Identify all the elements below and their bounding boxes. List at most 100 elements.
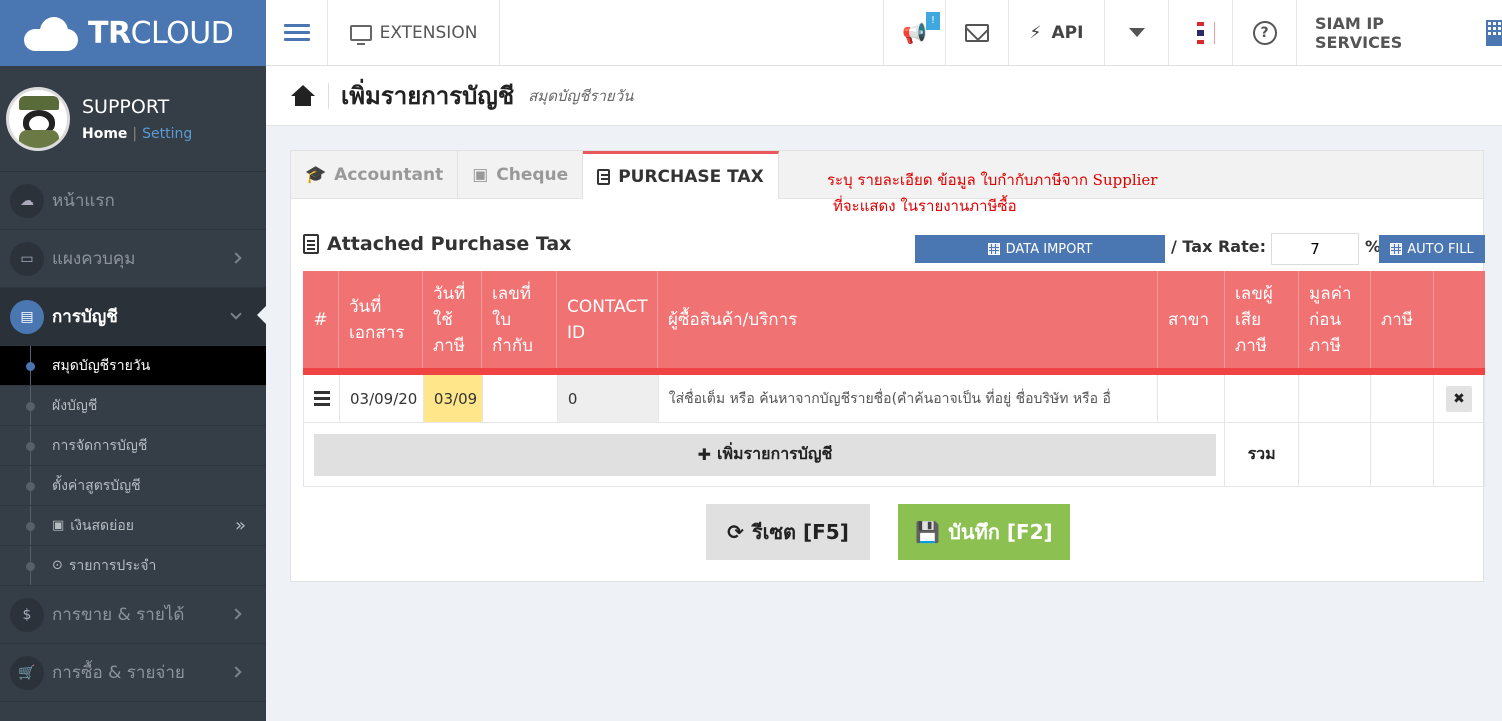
sidebar-subitem-journal[interactable]: สมุดบัญชีรายวัน xyxy=(0,346,266,386)
company-switcher[interactable]: SIAM IP SERVICES xyxy=(1296,0,1502,65)
col-header-amount: มูลค่า ก่อน ภาษี xyxy=(1299,271,1371,368)
drag-handle-icon[interactable] xyxy=(304,375,340,422)
col-header-index: # xyxy=(303,271,339,368)
chevron-down-icon xyxy=(230,308,242,320)
delete-row-cell: ✖ xyxy=(1434,375,1485,422)
avatar[interactable] xyxy=(6,86,70,151)
document-icon xyxy=(303,234,319,254)
sum-tax xyxy=(1371,423,1435,486)
building-icon xyxy=(1486,19,1502,46)
branch-input[interactable] xyxy=(1158,375,1226,422)
contact-id-field: 0 xyxy=(557,375,659,422)
col-header-tax: ภาษี xyxy=(1371,271,1434,368)
graduation-cap-icon: 🎓 xyxy=(305,164,327,185)
chevron-right-icon xyxy=(230,666,242,678)
tax-rate-input[interactable] xyxy=(1271,233,1359,265)
auto-fill-button[interactable]: AUTO FILL xyxy=(1379,235,1485,263)
col-header-doc-date: วันที่ เอกสาร xyxy=(339,271,423,368)
tax-input[interactable] xyxy=(1371,375,1435,422)
tab-label: PURCHASE TAX xyxy=(618,166,764,187)
sidebar-item-sales[interactable]: $ การขาย & รายได้ xyxy=(0,586,266,644)
menu-toggle-button[interactable] xyxy=(266,0,328,65)
language-button[interactable] xyxy=(1168,0,1232,65)
plus-icon: ✚ xyxy=(697,445,711,464)
cloud-logo-icon xyxy=(22,13,82,53)
id-card-icon: ▣ xyxy=(52,518,65,533)
sidebar-item-label: การซื้อ & รายจ่าย xyxy=(52,663,185,683)
home-link[interactable]: Home xyxy=(82,126,127,142)
sidebar-item-dashboard[interactable]: ▭ แผงควบคุม xyxy=(0,230,266,288)
section-title-text: Attached Purchase Tax xyxy=(327,233,572,255)
sidebar-subitem-label: สมุดบัญชีรายวัน xyxy=(52,357,151,374)
page-header: เพิ่มรายการบัญชี สมุดบัญชีรายวัน xyxy=(266,66,1502,126)
bullet-icon xyxy=(26,362,35,371)
floppy-disk-icon: 💾 xyxy=(915,520,941,544)
sidebar-subitem-label: ตั้งค่าสูตรบัญชี xyxy=(52,477,141,494)
brand-logo[interactable]: TRCLOUD xyxy=(0,0,266,66)
sidebar-item-label: หน้าแรก xyxy=(52,191,115,211)
megaphone-icon: 📢 xyxy=(902,20,927,45)
bullet-icon xyxy=(26,402,35,411)
sidebar-item-home[interactable]: ☁ หน้าแรก xyxy=(0,172,266,230)
refresh-icon: ⟳ xyxy=(727,520,744,544)
purchase-tax-panel: 🎓 Accountant ▣ Cheque PURCHASE TAX ระบุ … xyxy=(290,150,1485,582)
amount-input[interactable] xyxy=(1299,375,1372,422)
tax-date-input[interactable]: 03/09 xyxy=(423,375,483,422)
api-button[interactable]: ⚡ API xyxy=(1008,0,1104,65)
bullet-icon xyxy=(26,442,35,451)
notification-badge: ! xyxy=(926,12,940,30)
reset-button[interactable]: ⟳ รีเซต [F5] xyxy=(706,504,870,560)
book-icon: ▤ xyxy=(10,299,44,334)
col-header-tax-date: วันที่ ใช้ ภาษี xyxy=(423,271,482,368)
home-icon[interactable] xyxy=(290,84,316,107)
section-title: Attached Purchase Tax xyxy=(303,233,571,255)
bullet-icon xyxy=(26,522,35,531)
setting-link[interactable]: Setting xyxy=(142,126,192,142)
sidebar-item-accounting[interactable]: ▤ การบัญชี xyxy=(0,288,266,346)
sidebar: SUPPORT Home | Setting ☁ หน้าแรก ▭ แผงควบค… xyxy=(0,66,266,721)
tab-purchase-tax[interactable]: PURCHASE TAX xyxy=(583,151,779,199)
save-button[interactable]: 💾 บันทึก [F2] xyxy=(898,504,1070,560)
notifications-button[interactable]: 📢 ! xyxy=(883,0,945,65)
tab-accountant[interactable]: 🎓 Accountant xyxy=(291,151,459,198)
thai-flag-icon xyxy=(1187,21,1215,44)
add-entry-button[interactable]: ✚ เพิ่มรายการบัญชี xyxy=(314,433,1216,476)
sidebar-item-label: การบัญชี xyxy=(52,307,118,327)
sidebar-subitem-label: ผังบัญชี xyxy=(52,397,98,414)
user-name: SUPPORT xyxy=(82,95,170,118)
sidebar-subitem-chart-of-accounts[interactable]: ผังบัญชี xyxy=(0,386,266,426)
buyer-search-input[interactable]: ใส่ชื่อเต็ม หรือ ค้นหาจากบัญชีรายชื่อ(คำ… xyxy=(659,375,1159,422)
bullet-icon xyxy=(26,562,35,571)
data-import-button[interactable]: DATA IMPORT xyxy=(915,235,1165,263)
col-header-branch: สาขา xyxy=(1158,271,1225,368)
delete-row-button[interactable]: ✖ xyxy=(1446,385,1473,412)
cloud-icon: ☁ xyxy=(10,183,44,218)
plug-icon: ⚡ xyxy=(1029,22,1042,43)
sidebar-subitem-account-formula[interactable]: ตั้งค่าสูตรบัญชี xyxy=(0,466,266,506)
sidebar-subitem-petty-cash[interactable]: ▣ เงินสดย่อย » xyxy=(0,506,266,546)
calculator-icon xyxy=(1390,243,1403,255)
dropdown-toggle[interactable] xyxy=(1104,0,1168,65)
money-icon: ▣ xyxy=(472,164,489,185)
invoice-no-input[interactable] xyxy=(483,375,558,422)
col-header-tax-id: เลขผู้ เสีย ภาษี xyxy=(1225,271,1299,368)
company-name: SIAM IP SERVICES xyxy=(1315,13,1403,52)
doc-date-input[interactable]: 03/09/20 xyxy=(340,375,424,422)
clock-icon: ⊙ xyxy=(52,558,63,573)
sidebar-subitem-account-management[interactable]: การจัดการบัญชี xyxy=(0,426,266,466)
auto-fill-label: AUTO FILL xyxy=(1407,241,1474,257)
sidebar-item-label: การขาย & รายได้ xyxy=(52,605,185,625)
data-import-label: DATA IMPORT xyxy=(1005,241,1093,257)
tax-id-input[interactable] xyxy=(1225,375,1300,422)
sidebar-subitem-recurring[interactable]: ⊙ รายการประจำ xyxy=(0,546,266,586)
monitor-icon xyxy=(349,24,372,45)
page-subtitle: สมุดบัญชีรายวัน xyxy=(528,86,634,105)
messages-button[interactable] xyxy=(945,0,1008,65)
extension-button[interactable]: EXTENSION xyxy=(328,0,500,65)
note-line-1: ระบุ รายละเอียด ข้อมูล ใบกำกับภาษีจาก Su… xyxy=(827,171,1158,189)
dollar-icon: $ xyxy=(10,597,44,632)
help-button[interactable]: ? xyxy=(1232,0,1296,65)
sidebar-item-purchases[interactable]: 🛒 การซื้อ & รายจ่าย xyxy=(0,644,266,702)
cart-icon: 🛒 xyxy=(10,655,44,690)
tab-cheque[interactable]: ▣ Cheque xyxy=(458,151,584,198)
